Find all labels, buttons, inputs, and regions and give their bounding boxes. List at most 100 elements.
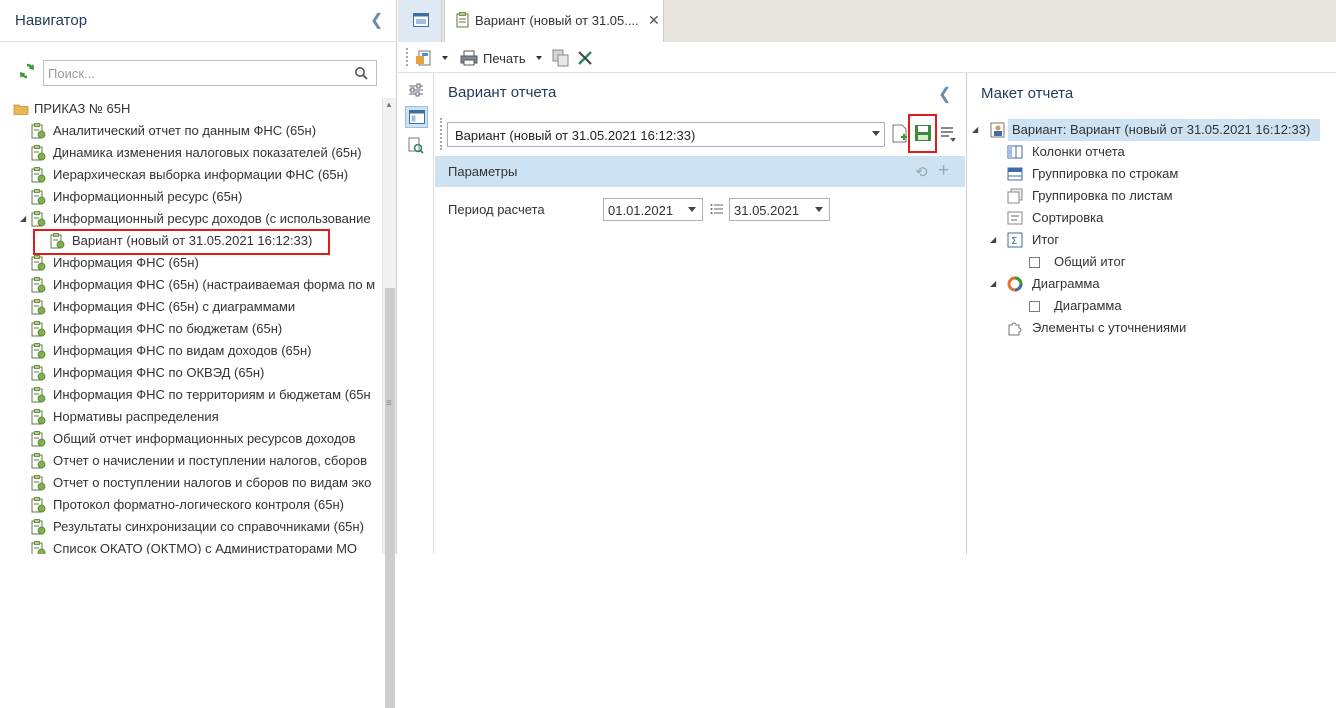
scroll-thumb[interactable]: [385, 288, 395, 708]
tab-variant-label: Вариант (новый от 31.05....: [475, 13, 639, 28]
scroll-up-icon[interactable]: ▲: [385, 100, 393, 109]
collapse-variant-panel-icon[interactable]: ❮: [938, 84, 951, 104]
date-from-value: 01.01.2021: [608, 203, 674, 218]
date-to-field[interactable]: 31.05.2021: [729, 198, 830, 221]
tree-root-folder[interactable]: ПРИКАЗ № 65Н: [0, 98, 380, 120]
tree-item-label: Информационный ресурс доходов (с использ…: [53, 211, 371, 226]
layout-chart[interactable]: ◢ Диаграмма: [990, 273, 1290, 295]
chevron-down-icon[interactable]: [872, 131, 880, 136]
tree-item-label: Динамика изменения налоговых показателей…: [53, 145, 362, 160]
tree-item[interactable]: Информация ФНС по территориям и бюджетам…: [0, 384, 382, 406]
settings-sliders-icon[interactable]: [408, 83, 424, 97]
layout-group-rows[interactable]: Группировка по строкам: [1007, 163, 1307, 185]
tree-item-label: Нормативы распределения: [53, 409, 219, 424]
search-input[interactable]: [48, 65, 338, 81]
tree-item[interactable]: Информация ФНС по видам доходов (65н): [0, 340, 382, 362]
tree-item[interactable]: Список ОКАТО (ОКТМО) с Администраторами …: [0, 538, 382, 554]
layout-view-icon: [409, 110, 425, 124]
layout-view-button[interactable]: [405, 106, 428, 128]
window-icon: [413, 13, 429, 27]
collapse-arrow-icon[interactable]: ◢: [972, 119, 978, 141]
variant-panel-title: Вариант отчета: [448, 84, 557, 101]
tree-item[interactable]: Общий отчет информационных ресурсов дохо…: [0, 428, 382, 450]
export-dropdown-icon[interactable]: [442, 56, 448, 60]
tree-item-label: Отчет о поступлении налогов и сборов по …: [53, 475, 372, 490]
reset-icon[interactable]: ⟲: [915, 163, 928, 181]
tree-item-label: Информация ФНС по бюджетам (65н): [53, 321, 283, 336]
tree-item-label: Аналитический отчет по данным ФНС (65н): [53, 123, 317, 138]
refresh-icon[interactable]: [18, 62, 36, 80]
export-icon[interactable]: [415, 49, 433, 67]
report-icon: [31, 343, 46, 359]
tree-item[interactable]: Отчет о поступлении налогов и сборов по …: [0, 472, 382, 494]
variant-select[interactable]: Вариант (новый от 31.05.2021 16:12:33): [447, 122, 885, 147]
total-general-checkbox[interactable]: [1029, 257, 1040, 268]
navigator-tree: ПРИКАЗ № 65Н Аналитический отчет по данн…: [0, 98, 382, 554]
tree-item-label: Иерархическая выборка информации ФНС (65…: [53, 167, 349, 182]
collapse-navigator-icon[interactable]: ❮: [370, 10, 383, 30]
collapse-arrow-icon[interactable]: ◢: [990, 273, 996, 295]
layout-chart-label: Диаграмма: [1032, 276, 1100, 291]
tree-item[interactable]: Результаты синхронизации со справочникам…: [0, 516, 382, 538]
layout-root-node[interactable]: ◢ Вариант: Вариант (новый от 31.05.2021 …: [972, 119, 1322, 141]
tree-item[interactable]: Информация ФНС по ОКВЭД (65н): [0, 362, 382, 384]
tab-home[interactable]: [400, 0, 442, 42]
tree-item[interactable]: Информация ФНС (65н): [0, 252, 382, 274]
chevron-down-icon[interactable]: [815, 207, 823, 212]
puzzle-icon: [1008, 322, 1022, 336]
report-icon: [31, 475, 46, 491]
user-report-icon: [990, 122, 1005, 138]
tree-item[interactable]: Динамика изменения налоговых показателей…: [0, 142, 382, 164]
layout-total[interactable]: ◢ Σ Итог: [990, 229, 1290, 251]
variant-select-value: Вариант (новый от 31.05.2021 16:12:33): [455, 128, 696, 143]
tree-item-label: Информация ФНС по ОКВЭД (65н): [53, 365, 265, 380]
tree-item[interactable]: Протокол форматно-логического контроля (…: [0, 494, 382, 516]
tree-item[interactable]: Аналитический отчет по данным ФНС (65н): [0, 120, 382, 142]
printer-icon[interactable]: [460, 49, 478, 67]
list-settings-icon[interactable]: [939, 124, 957, 144]
tree-item[interactable]: ◢ Информационный ресурс доходов (с исполь…: [0, 208, 382, 230]
tree-item[interactable]: Иерархическая выборка информации ФНС (65…: [0, 164, 382, 186]
preview-icon[interactable]: [408, 137, 424, 154]
layout-sort[interactable]: Сортировка: [1007, 207, 1307, 229]
report-icon: [31, 123, 46, 139]
tree-item[interactable]: Нормативы распределения: [0, 406, 382, 428]
search-icon[interactable]: [354, 66, 368, 80]
add-icon[interactable]: +: [938, 160, 949, 182]
report-icon: [31, 299, 46, 315]
new-variant-icon[interactable]: [891, 124, 909, 144]
tree-item[interactable]: Информация ФНС по бюджетам (65н): [0, 318, 382, 340]
collapse-arrow-icon[interactable]: ◢: [20, 208, 26, 230]
tools-icon[interactable]: [576, 49, 594, 67]
print-dropdown-icon[interactable]: [536, 56, 542, 60]
period-label: Период расчета: [448, 202, 545, 217]
tree-item[interactable]: Информация ФНС (65н) (настраиваемая форм…: [0, 274, 382, 296]
save-icon[interactable]: [914, 124, 932, 142]
date-from-field[interactable]: 01.01.2021: [603, 198, 703, 221]
copy-icon[interactable]: [552, 49, 570, 67]
chevron-down-icon[interactable]: [688, 207, 696, 212]
layout-columns[interactable]: Колонки отчета: [1007, 141, 1307, 163]
toolbar-grip: [406, 48, 408, 66]
report-icon: [31, 277, 46, 293]
layout-panel-title: Макет отчета: [981, 85, 1074, 102]
chart-checkbox[interactable]: [1029, 301, 1040, 312]
sum-icon: Σ: [1007, 232, 1023, 248]
layout-refinements[interactable]: Элементы с уточнениями: [1007, 317, 1307, 339]
columns-icon: [1007, 145, 1023, 159]
tab-variant[interactable]: Вариант (новый от 31.05.... ✕: [444, 0, 664, 42]
tree-item[interactable]: Информационный ресурс (65н): [0, 186, 382, 208]
tree-item[interactable]: Отчет о начислении и поступлении налогов…: [0, 450, 382, 472]
scroll-grip-icon: ≡: [386, 398, 392, 409]
collapse-arrow-icon[interactable]: ◢: [990, 229, 996, 251]
report-icon: [31, 255, 46, 271]
panel-switcher-strip: [398, 73, 434, 554]
layout-group-sheets[interactable]: Группировка по листам: [1007, 185, 1307, 207]
layout-chart-child[interactable]: Диаграмма: [1029, 295, 1309, 317]
close-icon[interactable]: ✕: [648, 12, 660, 29]
report-icon: [31, 519, 46, 535]
tree-item[interactable]: Информация ФНС (65н) с диаграммами: [0, 296, 382, 318]
navigator-scrollbar[interactable]: ▲ ≡: [382, 98, 396, 708]
layout-total-general[interactable]: Общий итог: [1029, 251, 1309, 273]
print-button-label[interactable]: Печать: [483, 51, 526, 66]
